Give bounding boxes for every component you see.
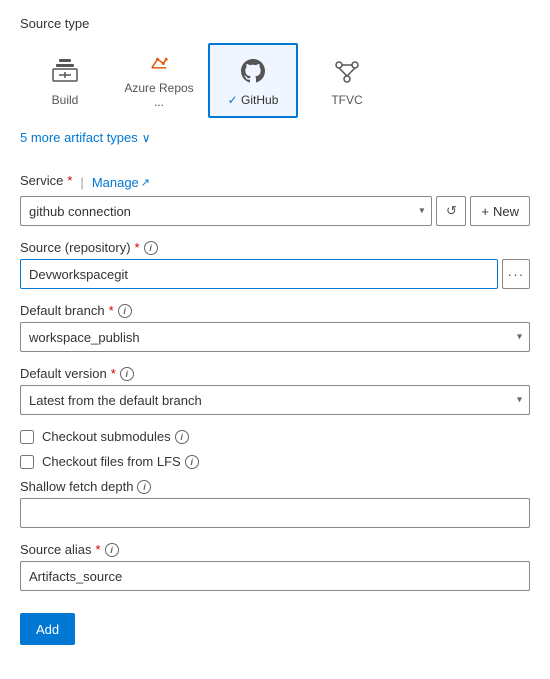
new-button[interactable]: + Add New [470,196,530,226]
source-alias-info-icon[interactable]: i [105,543,119,557]
checkout-submodules-row: Checkout submodules i [20,429,530,444]
more-artifact-types-link[interactable]: 5 more artifact types ∨ [20,130,151,145]
shallow-fetch-input[interactable] [20,498,530,528]
checkout-lfs-row: Checkout files from LFS i [20,454,530,469]
shallow-fetch-form-row: Shallow fetch depth i [20,479,530,528]
add-button[interactable]: Add [20,613,75,645]
separator: | [80,175,83,190]
ellipsis-icon: ··· [507,266,524,282]
default-branch-select-wrap: workspace_publish ▾ [20,322,530,352]
source-repo-label: Source (repository) * i [20,240,530,255]
source-repo-info-icon[interactable]: i [144,241,158,255]
default-branch-label: Default branch * i [20,303,530,318]
github-check: ✓ [228,93,241,107]
source-type-build[interactable]: Build [20,43,110,118]
azure-repos-label: Azure Repos ... [123,81,195,109]
checkout-lfs-info-icon[interactable]: i [185,455,199,469]
default-branch-select[interactable]: workspace_publish [20,322,530,352]
source-alias-form-row: Source alias * i [20,542,530,591]
source-type-tfvc[interactable]: TFVC [302,43,392,118]
source-type-row: Build Azure Repos ... ✓ GitHub T [20,43,530,118]
tfvc-icon [331,55,363,87]
github-label: ✓ GitHub [228,93,279,107]
tfvc-label: TFVC [331,93,362,107]
service-required: * [67,173,72,188]
service-row-header: Service * | Manage ↗ [20,173,530,192]
external-link-icon: ↗ [141,176,150,189]
plus-icon: + [481,204,489,219]
ellipsis-button[interactable]: ··· [502,259,530,289]
refresh-icon: ↺ [446,203,457,219]
more-artifact-types-text: 5 more artifact types [20,130,138,145]
source-type-github[interactable]: ✓ GitHub [208,43,298,118]
repo-input-row: ··· [20,259,530,289]
default-version-required: * [111,366,116,381]
shallow-fetch-label: Shallow fetch depth i [20,479,530,494]
source-repo-form-row: Source (repository) * i ··· [20,240,530,289]
checkout-lfs-checkbox[interactable] [20,455,34,469]
source-type-label: Source type [20,16,530,31]
default-branch-required: * [109,303,114,318]
default-version-select-wrap: Latest from the default branch ▾ [20,385,530,415]
build-label: Build [52,93,79,107]
source-alias-label: Source alias * i [20,542,530,557]
default-version-select[interactable]: Latest from the default branch [20,385,530,415]
github-icon [237,55,269,87]
manage-link[interactable]: Manage ↗ [92,175,150,190]
source-type-azure-repos[interactable]: Azure Repos ... [114,43,204,118]
service-form-row: Service * | Manage ↗ github connection ▾… [20,173,530,226]
source-alias-required: * [96,542,101,557]
default-branch-form-row: Default branch * i workspace_publish ▾ [20,303,530,352]
service-input-row: github connection ▾ ↺ + Add New [20,196,530,226]
checkout-lfs-label[interactable]: Checkout files from LFS i [42,454,199,469]
default-version-info-icon[interactable]: i [120,367,134,381]
service-select-wrap: github connection ▾ [20,196,432,226]
default-version-label: Default version * i [20,366,530,381]
chevron-down-icon: ∨ [142,131,151,145]
source-repo-required: * [135,240,140,255]
checkout-submodules-checkbox[interactable] [20,430,34,444]
service-select[interactable]: github connection [20,196,432,226]
checkout-submodules-info-icon[interactable]: i [175,430,189,444]
shallow-fetch-info-icon[interactable]: i [137,480,151,494]
refresh-button[interactable]: ↺ [436,196,466,226]
source-alias-input[interactable] [20,561,530,591]
build-icon [49,55,81,87]
checkout-submodules-label[interactable]: Checkout submodules i [42,429,189,444]
azure-repos-icon [143,52,175,75]
default-branch-info-icon[interactable]: i [118,304,132,318]
source-repo-input[interactable] [20,259,498,289]
default-version-form-row: Default version * i Latest from the defa… [20,366,530,415]
service-label: Service * [20,173,72,188]
